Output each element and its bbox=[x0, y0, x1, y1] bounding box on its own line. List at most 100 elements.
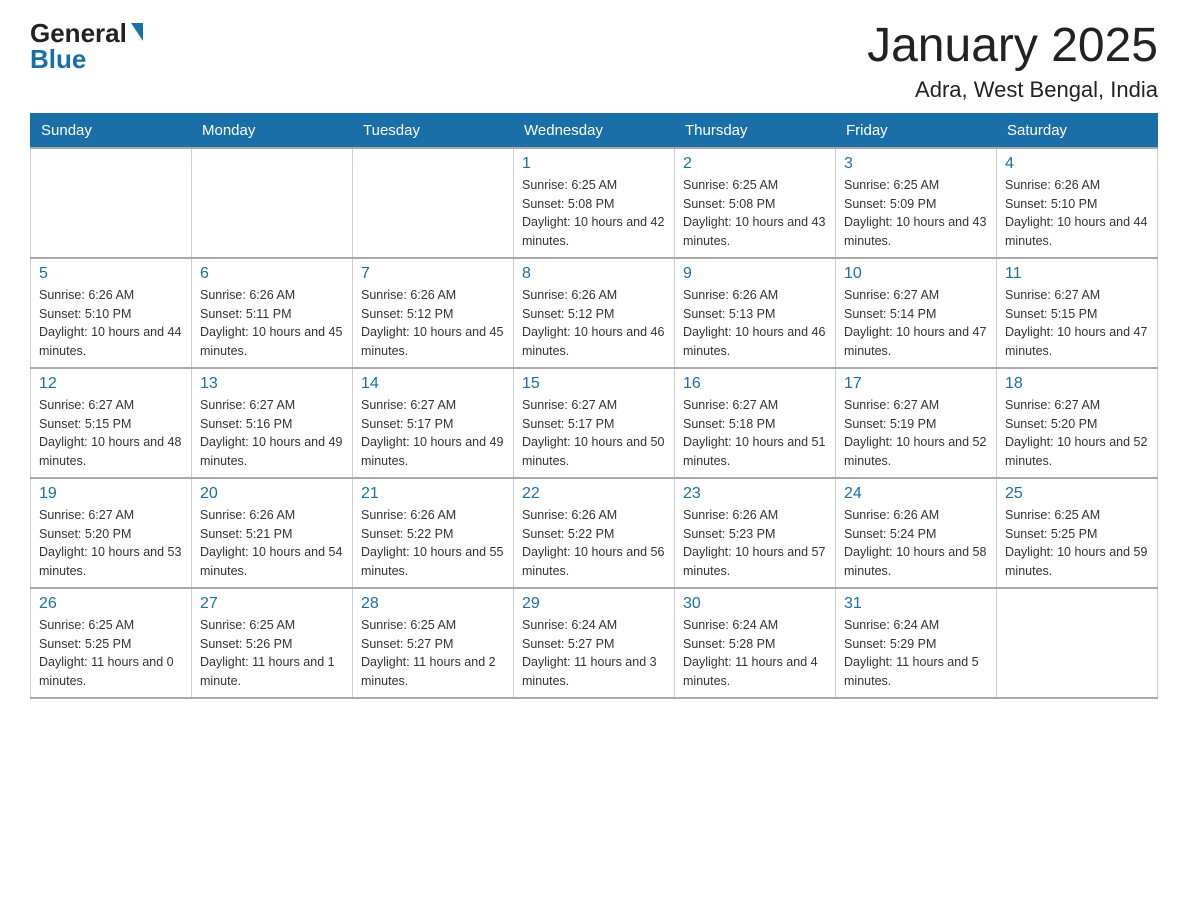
day-number: 26 bbox=[39, 595, 183, 613]
weekday-header-sunday: Sunday bbox=[31, 113, 192, 148]
day-number: 31 bbox=[844, 595, 988, 613]
day-number: 20 bbox=[200, 485, 344, 503]
day-info: Sunrise: 6:26 AMSunset: 5:12 PMDaylight:… bbox=[522, 286, 666, 361]
day-info: Sunrise: 6:25 AMSunset: 5:08 PMDaylight:… bbox=[522, 176, 666, 251]
day-number: 3 bbox=[844, 155, 988, 173]
logo-blue: Blue bbox=[30, 46, 86, 72]
location: Adra, West Bengal, India bbox=[867, 77, 1158, 103]
day-number: 17 bbox=[844, 375, 988, 393]
calendar-day-cell: 4 Sunrise: 6:26 AMSunset: 5:10 PMDaylight… bbox=[997, 148, 1158, 258]
day-info: Sunrise: 6:26 AMSunset: 5:10 PMDaylight:… bbox=[39, 286, 183, 361]
day-number: 7 bbox=[361, 265, 505, 283]
day-info: Sunrise: 6:26 AMSunset: 5:22 PMDaylight:… bbox=[361, 506, 505, 581]
day-number: 15 bbox=[522, 375, 666, 393]
calendar-day-cell: 13Sunrise: 6:27 AMSunset: 5:16 PMDayligh… bbox=[192, 368, 353, 478]
day-info: Sunrise: 6:25 AMSunset: 5:09 PMDaylight:… bbox=[844, 176, 988, 251]
calendar-header-row: SundayMondayTuesdayWednesdayThursdayFrid… bbox=[31, 113, 1158, 148]
day-info: Sunrise: 6:26 AMSunset: 5:23 PMDaylight:… bbox=[683, 506, 827, 581]
calendar-day-cell: 7 Sunrise: 6:26 AMSunset: 5:12 PMDaylight… bbox=[353, 258, 514, 368]
day-number: 13 bbox=[200, 375, 344, 393]
logo: General Blue bbox=[30, 20, 143, 72]
calendar-week-row: 12 Sunrise: 6:27 AMSunset: 5:15 PMDayligh… bbox=[31, 368, 1158, 478]
day-number: 6 bbox=[200, 265, 344, 283]
day-info: Sunrise: 6:25 AMSunset: 5:27 PMDaylight:… bbox=[361, 616, 505, 691]
logo-general: General bbox=[30, 20, 127, 46]
day-number: 9 bbox=[683, 265, 827, 283]
day-number: 2 bbox=[683, 155, 827, 173]
weekday-header-saturday: Saturday bbox=[997, 113, 1158, 148]
calendar-day-cell: 12 Sunrise: 6:27 AMSunset: 5:15 PMDayligh… bbox=[31, 368, 192, 478]
day-number: 14 bbox=[361, 375, 505, 393]
calendar-week-row: 19 Sunrise: 6:27 AMSunset: 5:20 PMDayligh… bbox=[31, 478, 1158, 588]
day-number: 27 bbox=[200, 595, 344, 613]
calendar-day-cell: 1Sunrise: 6:25 AMSunset: 5:08 PMDaylight… bbox=[514, 148, 675, 258]
day-info: Sunrise: 6:27 AMSunset: 5:15 PMDaylight:… bbox=[1005, 286, 1149, 361]
day-number: 11 bbox=[1005, 265, 1149, 283]
calendar-week-row: 5 Sunrise: 6:26 AMSunset: 5:10 PMDaylight… bbox=[31, 258, 1158, 368]
day-info: Sunrise: 6:25 AMSunset: 5:25 PMDaylight:… bbox=[1005, 506, 1149, 581]
calendar-day-cell: 16Sunrise: 6:27 AMSunset: 5:18 PMDayligh… bbox=[675, 368, 836, 478]
calendar-day-cell bbox=[31, 148, 192, 258]
day-info: Sunrise: 6:26 AMSunset: 5:24 PMDaylight:… bbox=[844, 506, 988, 581]
day-info: Sunrise: 6:27 AMSunset: 5:20 PMDaylight:… bbox=[1005, 396, 1149, 471]
calendar-day-cell: 3 Sunrise: 6:25 AMSunset: 5:09 PMDaylight… bbox=[836, 148, 997, 258]
day-number: 29 bbox=[522, 595, 666, 613]
weekday-header-friday: Friday bbox=[836, 113, 997, 148]
calendar-day-cell: 29Sunrise: 6:24 AMSunset: 5:27 PMDayligh… bbox=[514, 588, 675, 698]
day-number: 23 bbox=[683, 485, 827, 503]
calendar-day-cell: 19 Sunrise: 6:27 AMSunset: 5:20 PMDayligh… bbox=[31, 478, 192, 588]
day-info: Sunrise: 6:25 AMSunset: 5:25 PMDaylight:… bbox=[39, 616, 183, 691]
weekday-header-tuesday: Tuesday bbox=[353, 113, 514, 148]
weekday-header-thursday: Thursday bbox=[675, 113, 836, 148]
day-number: 25 bbox=[1005, 485, 1149, 503]
calendar-day-cell: 24 Sunrise: 6:26 AMSunset: 5:24 PMDayligh… bbox=[836, 478, 997, 588]
calendar-day-cell bbox=[192, 148, 353, 258]
calendar-day-cell bbox=[997, 588, 1158, 698]
calendar-day-cell: 20Sunrise: 6:26 AMSunset: 5:21 PMDayligh… bbox=[192, 478, 353, 588]
calendar-day-cell: 8Sunrise: 6:26 AMSunset: 5:12 PMDaylight… bbox=[514, 258, 675, 368]
day-info: Sunrise: 6:27 AMSunset: 5:17 PMDaylight:… bbox=[522, 396, 666, 471]
calendar-week-row: 26 Sunrise: 6:25 AMSunset: 5:25 PMDayligh… bbox=[31, 588, 1158, 698]
day-number: 4 bbox=[1005, 155, 1149, 173]
calendar-day-cell: 22Sunrise: 6:26 AMSunset: 5:22 PMDayligh… bbox=[514, 478, 675, 588]
calendar-day-cell: 25 Sunrise: 6:25 AMSunset: 5:25 PMDayligh… bbox=[997, 478, 1158, 588]
calendar-day-cell: 27Sunrise: 6:25 AMSunset: 5:26 PMDayligh… bbox=[192, 588, 353, 698]
day-info: Sunrise: 6:27 AMSunset: 5:14 PMDaylight:… bbox=[844, 286, 988, 361]
day-number: 18 bbox=[1005, 375, 1149, 393]
day-number: 10 bbox=[844, 265, 988, 283]
calendar-day-cell: 5 Sunrise: 6:26 AMSunset: 5:10 PMDaylight… bbox=[31, 258, 192, 368]
day-number: 22 bbox=[522, 485, 666, 503]
page-header: General Blue January 2025 Adra, West Ben… bbox=[30, 20, 1158, 103]
day-number: 24 bbox=[844, 485, 988, 503]
weekday-header-monday: Monday bbox=[192, 113, 353, 148]
day-info: Sunrise: 6:27 AMSunset: 5:18 PMDaylight:… bbox=[683, 396, 827, 471]
calendar-day-cell: 23 Sunrise: 6:26 AMSunset: 5:23 PMDayligh… bbox=[675, 478, 836, 588]
day-info: Sunrise: 6:27 AMSunset: 5:20 PMDaylight:… bbox=[39, 506, 183, 581]
calendar-day-cell: 17 Sunrise: 6:27 AMSunset: 5:19 PMDayligh… bbox=[836, 368, 997, 478]
day-info: Sunrise: 6:26 AMSunset: 5:11 PMDaylight:… bbox=[200, 286, 344, 361]
day-number: 5 bbox=[39, 265, 183, 283]
title-area: January 2025 Adra, West Bengal, India bbox=[867, 20, 1158, 103]
calendar-day-cell: 31 Sunrise: 6:24 AMSunset: 5:29 PMDayligh… bbox=[836, 588, 997, 698]
day-number: 19 bbox=[39, 485, 183, 503]
calendar-day-cell: 9Sunrise: 6:26 AMSunset: 5:13 PMDaylight… bbox=[675, 258, 836, 368]
calendar-day-cell: 26 Sunrise: 6:25 AMSunset: 5:25 PMDayligh… bbox=[31, 588, 192, 698]
day-info: Sunrise: 6:24 AMSunset: 5:29 PMDaylight:… bbox=[844, 616, 988, 691]
calendar-day-cell: 30Sunrise: 6:24 AMSunset: 5:28 PMDayligh… bbox=[675, 588, 836, 698]
calendar-day-cell: 18 Sunrise: 6:27 AMSunset: 5:20 PMDayligh… bbox=[997, 368, 1158, 478]
day-info: Sunrise: 6:27 AMSunset: 5:15 PMDaylight:… bbox=[39, 396, 183, 471]
calendar-day-cell: 21 Sunrise: 6:26 AMSunset: 5:22 PMDayligh… bbox=[353, 478, 514, 588]
day-info: Sunrise: 6:27 AMSunset: 5:17 PMDaylight:… bbox=[361, 396, 505, 471]
calendar-week-row: 1Sunrise: 6:25 AMSunset: 5:08 PMDaylight… bbox=[31, 148, 1158, 258]
calendar-day-cell: 15 Sunrise: 6:27 AMSunset: 5:17 PMDayligh… bbox=[514, 368, 675, 478]
calendar-day-cell bbox=[353, 148, 514, 258]
calendar-table: SundayMondayTuesdayWednesdayThursdayFrid… bbox=[30, 113, 1158, 699]
day-info: Sunrise: 6:26 AMSunset: 5:12 PMDaylight:… bbox=[361, 286, 505, 361]
calendar-day-cell: 14 Sunrise: 6:27 AMSunset: 5:17 PMDayligh… bbox=[353, 368, 514, 478]
day-info: Sunrise: 6:26 AMSunset: 5:10 PMDaylight:… bbox=[1005, 176, 1149, 251]
day-number: 12 bbox=[39, 375, 183, 393]
day-info: Sunrise: 6:27 AMSunset: 5:19 PMDaylight:… bbox=[844, 396, 988, 471]
day-number: 21 bbox=[361, 485, 505, 503]
calendar-day-cell: 28Sunrise: 6:25 AMSunset: 5:27 PMDayligh… bbox=[353, 588, 514, 698]
month-title: January 2025 bbox=[867, 20, 1158, 73]
